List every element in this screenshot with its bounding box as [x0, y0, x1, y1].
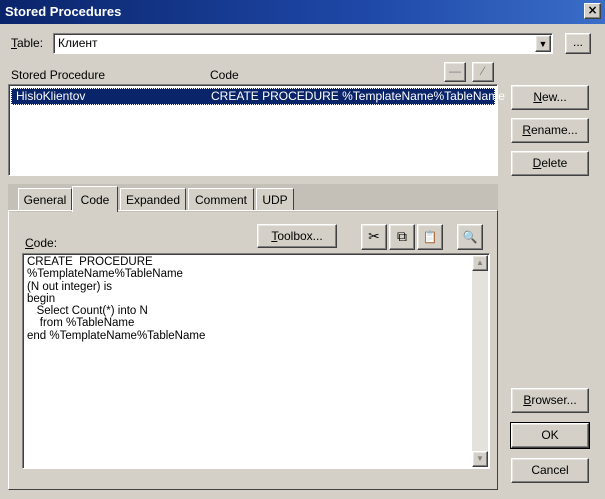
scissors-icon: ✂	[368, 229, 380, 245]
browse-table-button[interactable]: ...	[565, 33, 591, 54]
cut-button[interactable]: ✂	[361, 224, 387, 250]
scroll-down-icon[interactable]: ▼	[472, 451, 488, 467]
table-combobox[interactable]: Клиент ▼	[53, 33, 553, 54]
title-bar: Stored Procedures	[0, 0, 605, 24]
column-header-code: Code	[210, 68, 239, 82]
table-combobox-value: Клиент	[58, 36, 98, 50]
chevron-down-icon[interactable]: ▼	[535, 35, 551, 52]
tab-code[interactable]: Code	[72, 186, 118, 212]
table-label: Table:	[11, 36, 44, 50]
delete-button[interactable]: Delete	[511, 151, 589, 176]
cancel-button[interactable]: Cancel	[511, 458, 589, 483]
tab-general[interactable]: General	[18, 188, 72, 210]
slash-icon: ⁄	[481, 64, 484, 78]
new-button[interactable]: New...	[511, 85, 589, 110]
procedure-name: HisloKlientov	[16, 89, 86, 103]
browser-button[interactable]: Browser...	[511, 388, 589, 413]
code-label: Code:	[25, 236, 58, 250]
dash-icon: —	[449, 64, 461, 78]
list-item[interactable]: HisloKlientov CREATE PROCEDURE %Template…	[11, 88, 505, 105]
move-up-button[interactable]: —	[444, 62, 466, 82]
magnifier-icon: 🔍	[462, 230, 478, 244]
copy-button[interactable]: ⧉	[389, 224, 415, 250]
paste-icon: 📋	[422, 230, 438, 244]
procedure-code: CREATE PROCEDURE %TemplateName%TableName	[211, 89, 505, 103]
tab-expanded[interactable]: Expanded	[120, 188, 186, 210]
close-icon: ×	[587, 3, 598, 17]
tab-udp[interactable]: UDP	[256, 188, 294, 210]
rename-button[interactable]: Rename...	[511, 118, 589, 143]
scroll-up-icon[interactable]: ▲	[472, 255, 488, 271]
close-button[interactable]: ×	[584, 3, 601, 19]
tab-comment[interactable]: Comment	[188, 188, 254, 210]
code-editor[interactable]: CREATE PROCEDURE %TemplateName%TableName…	[22, 253, 490, 469]
edit-button[interactable]: ⁄	[472, 62, 494, 82]
paste-button[interactable]: 📋	[417, 224, 443, 250]
vertical-scrollbar[interactable]: ▲ ▼	[472, 255, 488, 467]
copy-icon: ⧉	[397, 229, 407, 245]
preview-button[interactable]: 🔍	[457, 224, 483, 250]
column-header-stored-procedure: Stored Procedure	[11, 68, 106, 82]
window-title: Stored Procedures	[5, 4, 122, 19]
stored-procedure-list[interactable]: HisloKlientov CREATE PROCEDURE %Template…	[8, 84, 505, 176]
toolbox-button[interactable]: Toolbox...	[257, 224, 337, 248]
ok-button[interactable]: OK	[510, 422, 590, 449]
code-text[interactable]: CREATE PROCEDURE %TemplateName%TableName…	[27, 256, 469, 342]
